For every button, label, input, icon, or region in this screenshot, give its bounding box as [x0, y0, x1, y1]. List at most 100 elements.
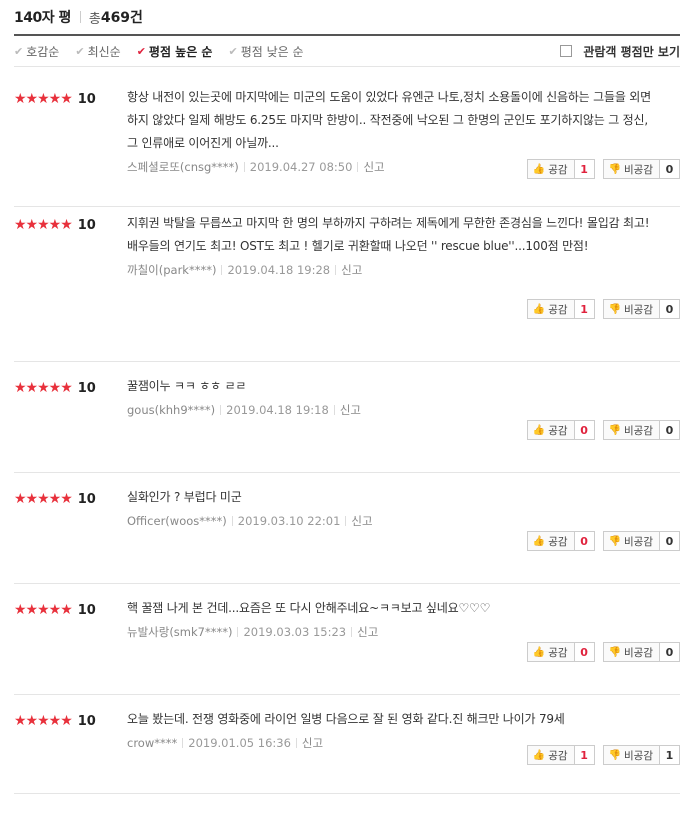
- dislike-count: 0: [660, 299, 680, 319]
- thumbs-down-icon: 👎: [608, 646, 622, 658]
- review-header: 140자 평 총 469건: [14, 0, 695, 32]
- page-title: 140자 평: [14, 10, 71, 26]
- sort-option-high-rating[interactable]: ✔ 평점 높은 순: [137, 43, 213, 60]
- review-date: 2019.03.03 15:23: [243, 625, 347, 639]
- divider: [335, 265, 337, 275]
- like-button[interactable]: 👍 공감: [526, 420, 575, 440]
- divider: [182, 738, 184, 748]
- check-icon: ✔: [14, 44, 24, 58]
- sort-option-label: 평점 낮은 순: [240, 44, 304, 59]
- review-text: 실화인가 ? 부럽다 미군: [127, 490, 242, 504]
- report-link[interactable]: 신고: [357, 625, 378, 639]
- report-link[interactable]: 신고: [351, 514, 372, 528]
- review-item: ★★★★★ 10 꿀잼이누 ㅋㅋ ㅎㅎ ㄹㄹ gous(khh9****) 2019.0…: [14, 362, 680, 473]
- star-rating-icon: ★★★★★: [14, 380, 73, 396]
- star-rating-icon: ★★★★★: [14, 491, 73, 507]
- thumbs-up-icon: 👍: [532, 749, 546, 761]
- thumbs-down-icon: 👎: [608, 303, 622, 315]
- like-count: 1: [574, 159, 595, 179]
- dislike-label: 비공감: [624, 163, 653, 176]
- check-icon: ✔: [136, 44, 146, 58]
- rating: ★★★★★ 10: [14, 91, 96, 107]
- report-link[interactable]: 신고: [363, 160, 384, 174]
- review-list: ★★★★★ 10 항상 내전이 있는곳에 마지막에는 미군의 도움이 있었다 유엔군…: [14, 67, 680, 794]
- star-rating-icon: ★★★★★: [14, 217, 73, 233]
- star-rating-icon: ★★★★★: [14, 713, 73, 729]
- dislike-button[interactable]: 👎 비공감: [602, 642, 660, 662]
- like-label: 공감: [548, 303, 568, 316]
- dislike-button[interactable]: 👎 비공감: [602, 420, 660, 440]
- sort-option-newest[interactable]: ✔ 최신순: [75, 43, 120, 60]
- score-number: 10: [77, 602, 96, 618]
- thumbs-up-icon: 👍: [532, 535, 546, 547]
- like-label: 공감: [548, 646, 568, 659]
- divider: [237, 627, 239, 637]
- review-item: ★★★★★ 10 항상 내전이 있는곳에 마지막에는 미군의 도움이 있었다 유엔군…: [14, 67, 680, 207]
- thumbs-up-icon: 👍: [532, 163, 546, 175]
- vote-buttons: 👍 공감 1 👎 비공감 1: [526, 745, 680, 765]
- divider: [79, 11, 81, 23]
- divider: [345, 516, 347, 526]
- dislike-button[interactable]: 👎 비공감: [602, 745, 660, 765]
- sort-option-low-rating[interactable]: ✔ 평점 낮은 순: [228, 43, 303, 60]
- dislike-label: 비공감: [624, 535, 653, 548]
- report-link[interactable]: 신고: [340, 403, 361, 417]
- vote-buttons: 👍 공감 0 👎 비공감 0: [526, 531, 680, 551]
- dislike-count: 0: [660, 642, 680, 662]
- review-content: 핵 꿀잼 나게 본 건데...요즘은 또 다시 안해주네요~ㅋㅋ보고 싶네요♡♡…: [127, 597, 657, 639]
- sort-option-likes[interactable]: ✔ 호감순: [14, 43, 59, 60]
- dislike-button[interactable]: 👎 비공감: [602, 299, 660, 319]
- thumbs-down-icon: 👎: [608, 535, 622, 547]
- dislike-button[interactable]: 👎 비공감: [602, 159, 660, 179]
- like-button[interactable]: 👍 공감: [526, 642, 575, 662]
- rating: ★★★★★ 10: [14, 713, 96, 729]
- score-number: 10: [77, 380, 96, 396]
- sort-option-label: 최신순: [87, 44, 121, 59]
- sort-option-label: 호감순: [26, 44, 60, 59]
- rating: ★★★★★ 10: [14, 602, 96, 618]
- review-text: 오늘 봤는데. 전쟁 영화중에 라이언 일병 다음으로 잘 된 영화 같다.진 …: [127, 712, 565, 726]
- rating: ★★★★★ 10: [14, 491, 96, 507]
- sort-bar: ✔ 호감순 ✔ 최신순 ✔ 평점 높은 순 ✔ 평점 낮은 순 관람객 평점만 …: [14, 36, 680, 67]
- dislike-count: 0: [660, 531, 680, 551]
- like-button[interactable]: 👍 공감: [526, 159, 575, 179]
- thumbs-up-icon: 👍: [532, 303, 546, 315]
- review-page: 140자 평 총 469건 ✔ 호감순 ✔ 최신순 ✔ 평점 높은 순 ✔ 평점…: [0, 0, 695, 794]
- divider: [221, 265, 223, 275]
- audience-only-label: 관람객 평점만 보기: [583, 44, 680, 59]
- like-button[interactable]: 👍 공감: [526, 531, 575, 551]
- review-author: 까칠이(park****): [127, 263, 217, 277]
- dislike-count: 0: [660, 159, 680, 179]
- dislike-label: 비공감: [624, 646, 653, 659]
- review-meta: 까칠이(park****) 2019.04.18 19:28 신고: [127, 263, 657, 277]
- review-content: 실화인가 ? 부럽다 미군 Officer(woos****) 2019.03.10…: [127, 486, 657, 528]
- review-date: 2019.04.18 19:18: [226, 403, 329, 417]
- review-author: gous(khh9****): [127, 403, 216, 417]
- checkbox-icon[interactable]: [560, 45, 573, 57]
- divider: [220, 405, 222, 415]
- like-button[interactable]: 👍 공감: [526, 299, 575, 319]
- review-item: ★★★★★ 10 지휘권 박탈을 무릅쓰고 마지막 한 명의 부하까지 구하려는 제…: [14, 207, 680, 362]
- vote-buttons: 👍 공감 1 👎 비공감 0: [526, 299, 680, 319]
- sort-option-label: 평점 높은 순: [148, 44, 213, 59]
- dislike-count: 1: [660, 745, 680, 765]
- report-link[interactable]: 신고: [341, 263, 362, 277]
- divider: [333, 405, 335, 415]
- thumbs-up-icon: 👍: [532, 646, 546, 658]
- review-item: ★★★★★ 10 실화인가 ? 부럽다 미군 Officer(woos****) 201…: [14, 473, 680, 584]
- thumbs-up-icon: 👍: [532, 424, 546, 436]
- like-button[interactable]: 👍 공감: [526, 745, 575, 765]
- vote-buttons: 👍 공감 0 👎 비공감 0: [526, 420, 680, 440]
- dislike-button[interactable]: 👎 비공감: [602, 531, 660, 551]
- rating: ★★★★★ 10: [14, 380, 96, 396]
- vote-buttons: 👍 공감 1 👎 비공감 0: [526, 159, 680, 179]
- dislike-count: 0: [660, 420, 680, 440]
- score-number: 10: [77, 713, 96, 729]
- report-link[interactable]: 신고: [302, 736, 323, 750]
- audience-only-checkbox[interactable]: 관람객 평점만 보기: [560, 43, 680, 60]
- total-label: 총: [88, 11, 101, 27]
- review-author: 뉴발사랑(smk7****): [127, 625, 233, 639]
- total-count: 469건: [100, 10, 143, 26]
- like-count: 1: [574, 745, 595, 765]
- thumbs-down-icon: 👎: [608, 424, 622, 436]
